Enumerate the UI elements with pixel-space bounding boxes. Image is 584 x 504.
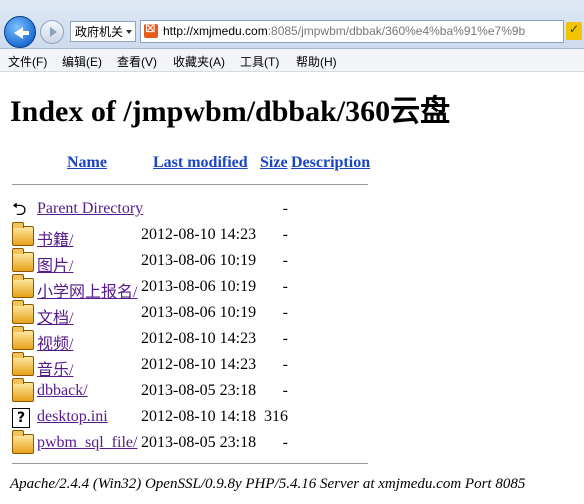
folder-icon [12, 222, 34, 246]
column-header-size[interactable]: Size [260, 154, 288, 172]
favorites-dropdown[interactable]: 政府机关 [70, 21, 136, 42]
size-cell: - [282, 330, 288, 347]
parent-size: - [282, 200, 288, 217]
last-modified-cell: 2012-08-10 14:23 [141, 356, 257, 373]
column-header-last-modified[interactable]: Last modified [153, 154, 248, 172]
file-link[interactable]: 视频/ [37, 330, 73, 354]
folder-icon [12, 378, 34, 402]
last-modified-cell: 2012-08-10 14:23 [141, 226, 257, 243]
browser-toolbar: 政府机关 http://xmjmedu.com:8085/jmpwbm/dbba… [0, 0, 584, 49]
header-divider [12, 184, 368, 185]
last-modified-cell: 2013-08-06 10:19 [141, 304, 257, 321]
menu-edit[interactable]: 编辑(E) [62, 53, 102, 70]
file-link[interactable]: desktop.ini [37, 408, 108, 426]
file-link[interactable]: dbback/ [37, 382, 88, 400]
last-modified-cell: 2012-08-10 14:18 [141, 408, 257, 425]
address-url[interactable]: http://xmjmedu.com:8085/jmpwbm/dbbak/360… [163, 21, 525, 42]
column-header-description[interactable]: Description [291, 154, 370, 172]
size-cell: 316 [264, 408, 288, 425]
table-row: 文档/2013-08-06 10:19 - [0, 300, 584, 328]
menu-bar: 文件(F) 编辑(E) 查看(V) 收藏夹(A) 工具(T) 帮助(H) [0, 49, 584, 72]
url-host: http://xmjmedu.com [163, 24, 268, 38]
table-row: ? desktop.ini 2012-08-10 14:18 316 [0, 405, 584, 431]
table-row: 图片/2013-08-06 10:19 - [0, 248, 584, 276]
menu-file[interactable]: 文件(F) [8, 53, 47, 70]
file-link[interactable]: pwbm_sql_file/ [37, 434, 137, 452]
column-header-name[interactable]: Name [67, 154, 107, 172]
table-row: 音乐/2012-08-10 14:23 - [0, 352, 584, 380]
folder-icon [12, 430, 34, 454]
parent-directory-link[interactable]: Parent Directory [37, 200, 143, 218]
folder-icon [12, 274, 34, 298]
back-button-icon[interactable] [4, 16, 36, 48]
last-modified-cell: 2012-08-10 14:23 [141, 330, 257, 347]
table-row: dbback/2013-08-05 23:18 - [0, 378, 584, 405]
size-cell: - [282, 304, 288, 321]
menu-favorites[interactable]: 收藏夹(A) [173, 53, 225, 70]
size-cell: - [282, 356, 288, 373]
chevron-down-icon [126, 30, 132, 34]
size-cell: - [282, 382, 288, 399]
footer-divider [12, 463, 368, 464]
file-link[interactable]: 文档/ [37, 304, 73, 328]
table-row: pwbm_sql_file/2013-08-05 23:18 - [0, 430, 584, 457]
url-path: :8085/jmpwbm/dbbak/360%e4%ba%91%e7%9b [267, 24, 526, 38]
file-link[interactable]: 书籍/ [37, 226, 73, 250]
site-favicon-icon [144, 21, 158, 38]
file-link[interactable]: 音乐/ [37, 356, 73, 380]
server-signature: Apache/2.4.4 (Win32) OpenSSL/0.9.8y PHP/… [10, 476, 526, 492]
table-row: 书籍/2012-08-10 14:23 - [0, 222, 584, 250]
compatibility-view-icon[interactable] [566, 22, 582, 40]
size-cell: - [282, 434, 288, 451]
menu-help[interactable]: 帮助(H) [296, 53, 337, 70]
size-cell: - [282, 226, 288, 243]
favorites-dropdown-label: 政府机关 [75, 25, 124, 39]
back-arrow-icon: ⮌ [12, 199, 27, 220]
last-modified-cell: 2013-08-06 10:19 [141, 278, 257, 295]
forward-button-icon[interactable] [40, 20, 64, 44]
file-link[interactable]: 图片/ [37, 252, 73, 276]
last-modified-cell: 2013-08-06 10:19 [141, 252, 257, 269]
menu-tools[interactable]: 工具(T) [240, 53, 279, 70]
table-row: 视频/2012-08-10 14:23 - [0, 326, 584, 354]
file-link[interactable]: 小学网上报名/ [37, 278, 137, 302]
folder-icon [12, 326, 34, 350]
address-bar[interactable]: http://xmjmedu.com:8085/jmpwbm/dbbak/360… [140, 20, 564, 43]
unknown-file-icon: ? [12, 408, 30, 428]
folder-icon [12, 248, 34, 272]
size-cell: - [282, 278, 288, 295]
folder-icon [12, 300, 34, 324]
menu-view[interactable]: 查看(V) [117, 53, 157, 70]
parent-directory-row: ⮌ Parent Directory - [0, 197, 584, 223]
table-row: 小学网上报名/2013-08-06 10:19 - [0, 274, 584, 302]
last-modified-cell: 2013-08-05 23:18 [141, 382, 257, 399]
folder-icon [12, 352, 34, 376]
size-cell: - [282, 252, 288, 269]
page-title: Index of /jmpwbm/dbbak/360云盘 [10, 95, 451, 128]
last-modified-cell: 2013-08-05 23:18 [141, 434, 257, 451]
